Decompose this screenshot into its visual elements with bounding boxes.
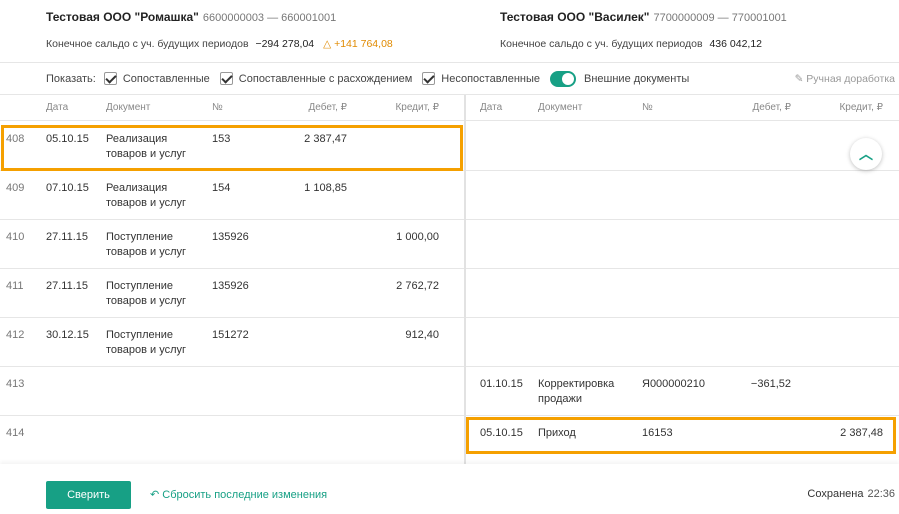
cell-lno: 154: [212, 182, 231, 194]
org-right-inn: 7700000009 — 770001001: [653, 12, 787, 24]
checkbox-icon[interactable]: [219, 72, 233, 85]
table-row[interactable]: 411 27.11.15 Поступление товаров и услуг 13…: [0, 269, 899, 318]
manual-edit-link[interactable]: ✎ Ручная доработка: [795, 73, 895, 85]
cell-lno: 151272: [212, 329, 249, 341]
cell-lcred: 1 000,00: [396, 231, 439, 243]
column-splitter[interactable]: [464, 95, 466, 464]
header-right-date: Дата: [480, 102, 503, 113]
cell-n: 409: [6, 182, 25, 194]
filter-matched-diff[interactable]: Сопоставленные с расхождением: [219, 72, 412, 85]
cell-lcred: 2 762,72: [396, 280, 439, 292]
org-left-saldo-value: −294 278,04: [255, 38, 315, 50]
cell-ldeb: 1 108,85: [304, 182, 347, 194]
org-left-name: Тестовая ООО "Ромашка" 6600000003 — 66000…: [46, 10, 337, 24]
cell-lcred: 912,40: [405, 329, 439, 341]
cell-rdeb: −361,52: [750, 378, 791, 390]
cell-n: 414: [6, 427, 25, 439]
save-time: 22:36: [867, 488, 895, 500]
toggle-external[interactable]: Внешние документы: [550, 70, 689, 87]
reconcile-button[interactable]: Сверить: [46, 481, 131, 509]
cell-n: 410: [6, 231, 25, 243]
cell-rno: Я000000210: [642, 378, 706, 390]
highlight-right-row: [466, 417, 896, 454]
cell-n: 413: [6, 378, 25, 390]
cell-n: 412: [6, 329, 25, 341]
cell-ldoc: Поступление товаров и услуг: [106, 329, 187, 356]
filter-unmatched[interactable]: Несопоставленные: [422, 72, 540, 85]
toggle-switch[interactable]: [550, 70, 576, 87]
cell-ld: 07.10.15: [46, 182, 89, 194]
cell-n: 411: [6, 280, 24, 292]
header-right-credit: Кредит, ₽: [839, 102, 883, 113]
org-right: Тестовая ООО "Василек" 7700000009 — 77000…: [500, 10, 787, 50]
cell-ld: 27.11.15: [46, 280, 89, 292]
table-row[interactable]: 409 07.10.15 Реализация товаров и услуг 154…: [0, 171, 899, 220]
org-left: Тестовая ООО "Ромашка" 6600000003 — 66000…: [46, 10, 393, 50]
filter-bar: Показать: Сопоставленные Сопоставленные …: [0, 62, 899, 94]
show-label: Показать:: [46, 72, 96, 85]
header-left-no: №: [212, 102, 223, 113]
cell-ld: 30.12.15: [46, 329, 89, 341]
highlight-left-row: [1, 125, 463, 171]
header-right-debit: Дебет, ₽: [752, 102, 791, 113]
footer: Сверить ↶ Сбросить последние изменения С…: [0, 464, 899, 514]
cell-ldoc: Реализация товаров и услуг: [106, 182, 187, 209]
cell-rdoc: Корректировка продажи: [538, 378, 615, 405]
table-header: Дата Документ № Дебет, ₽ Кредит, ₽ Дата …: [0, 95, 899, 121]
scroll-up-button[interactable]: ︿: [850, 138, 882, 170]
cell-rd: 01.10.15: [480, 378, 523, 390]
cell-ld: 27.11.15: [46, 231, 89, 243]
chevron-up-icon: ︿: [859, 146, 873, 162]
cell-lno: 135926: [212, 231, 249, 243]
org-left-inn: 6600000003 — 660001001: [202, 12, 337, 24]
header-right-doc: Документ: [538, 102, 583, 113]
checkbox-icon[interactable]: [103, 72, 117, 85]
checkbox-icon[interactable]: [422, 72, 436, 85]
warning-icon: △: [323, 38, 332, 50]
org-left-saldo: Конечное сальдо с уч. будущих периодов −…: [46, 38, 393, 50]
table-row[interactable]: 413 01.10.15 Корректировка продажи Я0000002…: [0, 367, 899, 416]
org-right-name: Тестовая ООО "Василек" 7700000009 — 77000…: [500, 10, 787, 24]
save-status: Сохранена 22:36: [807, 488, 895, 500]
table-row[interactable]: 412 30.12.15 Поступление товаров и услуг 15…: [0, 318, 899, 367]
reconcile-grid: Дата Документ № Дебет, ₽ Кредит, ₽ Дата …: [0, 94, 899, 464]
header-left-debit: Дебет, ₽: [308, 102, 347, 113]
header-left-credit: Кредит, ₽: [395, 102, 439, 113]
org-right-saldo: Конечное сальдо с уч. будущих периодов 4…: [500, 38, 763, 50]
cell-ldoc: Поступление товаров и услуг: [106, 280, 187, 307]
header-right-no: №: [642, 102, 653, 113]
reset-changes-link[interactable]: ↶ Сбросить последние изменения: [150, 488, 327, 501]
header-left-doc: Документ: [106, 102, 151, 113]
table-row[interactable]: 410 27.11.15 Поступление товаров и услуг 13…: [0, 220, 899, 269]
header-left-date: Дата: [46, 102, 69, 113]
filter-matched[interactable]: Сопоставленные: [103, 72, 210, 85]
org-right-saldo-value: 436 042,12: [709, 38, 763, 50]
saldo-warning: △ +141 764,08: [323, 38, 393, 50]
cell-ldoc: Поступление товаров и услуг: [106, 231, 187, 258]
cell-lno: 135926: [212, 280, 249, 292]
